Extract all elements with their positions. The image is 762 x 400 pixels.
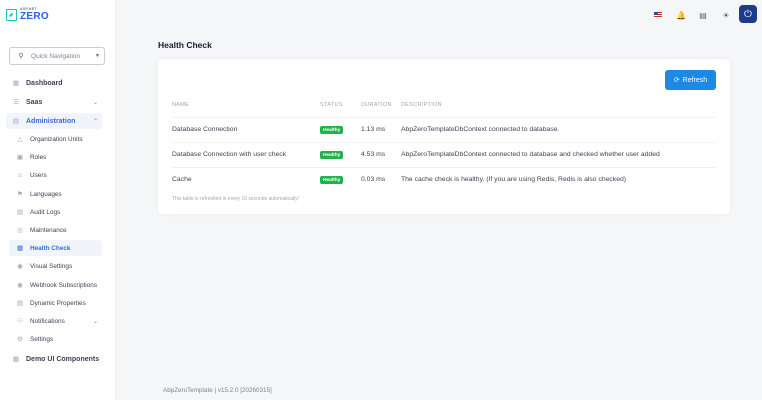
row-divider [172, 167, 716, 168]
quick-navigation-select[interactable]: ⚲ Quick Navigation ▼ [9, 47, 105, 65]
sidebar-item-label: Visual Settings [30, 262, 73, 270]
sidebar-item-label: Demo UI Components [26, 355, 100, 363]
row-3-description: The cache check is healthy. (If you are … [401, 176, 627, 183]
logo-mark-icon [6, 8, 17, 21]
power-icon[interactable]: ⏻ [739, 5, 757, 23]
sidebar-item-settings[interactable]: ⚙ Settings [9, 331, 102, 347]
sidebar-item-notifications[interactable]: ☉ Notifications ⌄ [9, 313, 102, 329]
sidebar-item-saas[interactable]: ☰ Saas ⌄ [6, 94, 102, 110]
sidebar-item-languages[interactable]: ⚑ Languages [9, 186, 102, 202]
column-header-duration: DURATION [361, 102, 392, 108]
sidebar-item-dashboard[interactable]: ▦ Dashboard [6, 75, 102, 91]
refresh-icon: ⟳ [673, 77, 680, 84]
sidebar-item-health-check[interactable]: ▦ Health Check [9, 240, 102, 256]
status-badge: Healthy [320, 176, 344, 184]
column-header-description: DESCRIPTION [401, 102, 442, 108]
row-1-duration: 1.13 ms [361, 126, 386, 133]
sidebar-item-label: Webhook Subscriptions [30, 281, 98, 289]
row-1-description: AbpZeroTemplateDbContext connected to da… [401, 126, 560, 133]
sidebar-item-label: Maintenance [30, 226, 67, 234]
languages-icon: ⚑ [17, 191, 23, 198]
organization-icon: △ [17, 136, 23, 143]
sidebar-item-label: Audit Logs [30, 208, 61, 216]
refresh-label: Refresh [682, 76, 708, 84]
audit-logs-icon: ▤ [16, 209, 24, 216]
sidebar: ASP.NET ZERO ⚲ Quick Navigation ▼ ▦ Dash… [0, 0, 116, 400]
health-check-icon: ▦ [16, 245, 24, 252]
status-badge: Healthy [320, 126, 344, 134]
quick-navigation-placeholder: Quick Navigation [31, 52, 81, 60]
refresh-button[interactable]: ⟳ Refresh [665, 70, 716, 90]
row-3-duration: 0.03 ms [361, 176, 386, 183]
sidebar-item-label: Health Check [30, 244, 71, 252]
components-icon: ▦ [12, 356, 20, 363]
row-2-duration: 4.53 ms [361, 151, 386, 158]
sidebar-item-dynamic-properties[interactable]: ▤ Dynamic Properties [9, 295, 102, 311]
language-flag-icon[interactable] [652, 9, 664, 21]
chat-icon[interactable]: ▤ [697, 9, 709, 21]
sidebar-item-label: Saas [26, 98, 43, 106]
sidebar-item-label: Organization Units [30, 135, 83, 143]
settings-icon: ⚙ [17, 336, 23, 343]
search-icon: ⚲ [18, 53, 24, 60]
row-divider [172, 142, 716, 143]
row-1-name: Database Connection [172, 126, 238, 133]
dynamic-properties-icon: ▤ [16, 300, 24, 307]
bell-icon[interactable]: 🔔 [675, 9, 687, 21]
chevron-down-icon: ▼ [95, 53, 100, 59]
administration-icon: ▤ [12, 118, 20, 125]
sidebar-item-webhook-subscriptions[interactable]: ◉ Webhook Subscriptions [9, 277, 102, 293]
sidebar-item-roles[interactable]: ▣ Roles [9, 149, 102, 165]
sidebar-item-maintenance[interactable]: ◎ Maintenance [9, 222, 102, 238]
sidebar-item-demo-ui-components[interactable]: ▦ Demo UI Components [6, 351, 102, 367]
notifications-icon: ☉ [17, 318, 23, 325]
sidebar-item-label: Users [30, 171, 47, 179]
saas-icon: ☰ [13, 99, 19, 106]
row-2-description: AbpZeroTemplateDbContext connected to da… [401, 151, 660, 158]
sidebar-item-label: Administration [26, 117, 76, 125]
row-2-name: Database Connection with user check [172, 151, 287, 158]
sidebar-item-label: Dashboard [26, 79, 63, 87]
row-3-name: Cache [172, 176, 192, 183]
webhook-icon: ◉ [17, 282, 23, 289]
sidebar-item-label: Dynamic Properties [30, 299, 86, 307]
footer-version: AbpZeroTemplate | v15.2.0 [20260315] [163, 387, 272, 394]
dashboard-icon: ▦ [12, 80, 20, 87]
column-header-status: STATUS [320, 102, 343, 108]
chevron-down-icon: ⌄ [92, 99, 98, 106]
refresh-footnote: This table is refreshed in every 10 seco… [172, 196, 300, 202]
status-badge: Healthy [320, 151, 344, 159]
users-icon: ☺ [16, 171, 24, 179]
sidebar-item-label: Settings [30, 335, 54, 343]
logo-big-text: ZERO [20, 10, 49, 22]
sun-icon[interactable]: ☀ [720, 9, 732, 21]
sidebar-item-administration[interactable]: ▤ Administration ⌃ [6, 113, 102, 129]
eye-icon: ◉ [17, 263, 23, 270]
chevron-down-icon: ⌄ [92, 318, 98, 325]
health-check-card: ⟳ Refresh NAME STATUS DURATION DESCRIPTI… [158, 59, 730, 214]
sidebar-item-label: Roles [30, 153, 47, 161]
maintenance-icon: ◎ [17, 227, 23, 234]
top-header: 🔔 ▤ ☀ ⏻ [117, 0, 762, 30]
app-logo[interactable]: ASP.NET ZERO [6, 7, 49, 22]
chevron-up-icon: ⌃ [92, 118, 98, 125]
sidebar-item-organization-units[interactable]: △ Organization Units [9, 131, 102, 147]
sidebar-item-visual-settings[interactable]: ◉ Visual Settings [9, 258, 102, 274]
row-divider [172, 117, 716, 118]
sidebar-item-audit-logs[interactable]: ▤ Audit Logs [9, 204, 102, 220]
sidebar-item-label: Notifications [30, 317, 65, 325]
sidebar-item-users[interactable]: ☺ Users [9, 167, 102, 183]
sidebar-item-label: Languages [30, 190, 62, 198]
column-header-name: NAME [172, 102, 190, 108]
roles-icon: ▣ [16, 154, 24, 161]
page-title: Health Check [158, 40, 212, 50]
